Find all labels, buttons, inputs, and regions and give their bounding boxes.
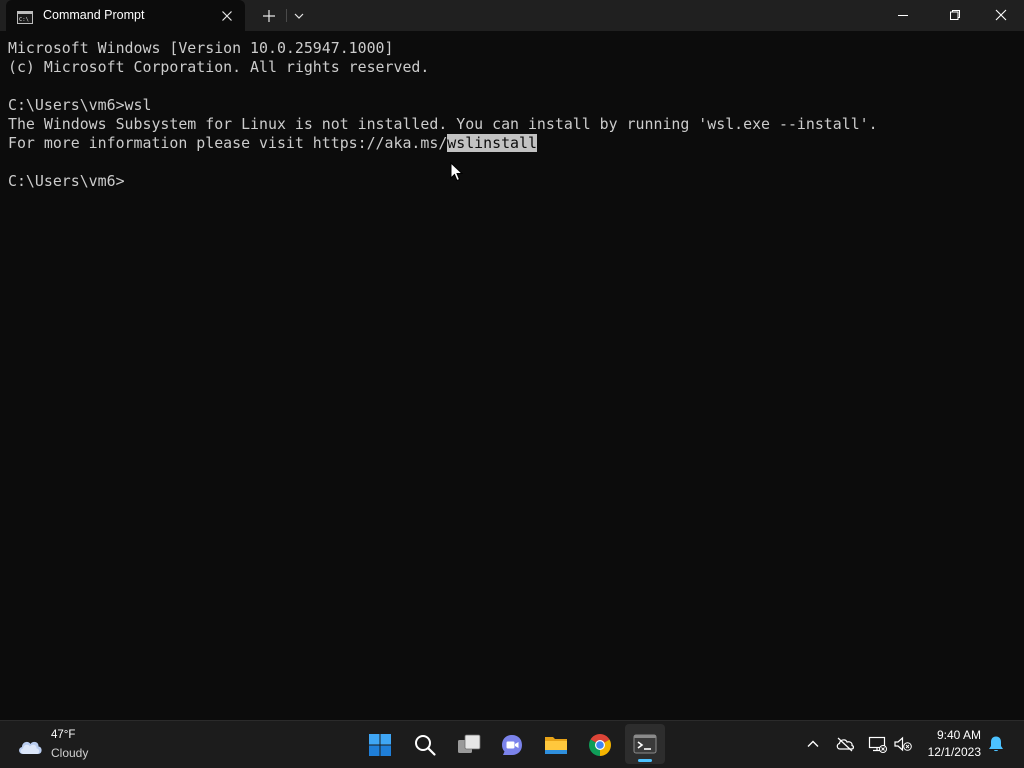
- terminal-line: Microsoft Windows [Version 10.0.25947.10…: [8, 39, 394, 57]
- svg-text:C:\: C:\: [19, 17, 29, 23]
- weather-temperature: 47°F: [51, 729, 76, 741]
- windows-logo-icon: [369, 734, 391, 756]
- terminal-output[interactable]: Microsoft Windows [Version 10.0.25947.10…: [0, 31, 1024, 720]
- terminal-icon: [633, 734, 657, 754]
- restore-button[interactable]: [932, 0, 978, 31]
- search-icon: [415, 735, 436, 756]
- cloud-icon: [16, 735, 44, 757]
- restore-icon: [950, 10, 960, 20]
- close-icon: [995, 9, 1007, 21]
- weather-condition: Cloudy: [51, 746, 89, 760]
- network-icon[interactable]: [867, 734, 887, 754]
- mouse-pointer-icon: [450, 161, 464, 182]
- clock-date: 12/1/2023: [927, 745, 981, 759]
- selected-text[interactable]: wslinstall: [447, 134, 537, 152]
- minimize-button[interactable]: [880, 0, 926, 31]
- video-chat-icon: [502, 735, 522, 755]
- terminal-line-text: For more information please visit https:…: [8, 134, 448, 152]
- terminal-taskbar-button[interactable]: [629, 728, 661, 760]
- command-prompt-icon: C:\: [17, 9, 33, 24]
- chevron-up-icon[interactable]: [803, 734, 823, 754]
- active-app-indicator: [638, 759, 652, 762]
- terminal-line: C:\Users\vm6>wsl: [8, 96, 152, 114]
- terminal-line: (c) Microsoft Corporation. All rights re…: [8, 58, 430, 76]
- folder-icon: [545, 737, 567, 754]
- title-bar: C:\ Command Prompt: [0, 0, 1024, 31]
- start-button[interactable]: [364, 729, 396, 761]
- command-prompt-line[interactable]: C:\Users\vm6>: [8, 172, 125, 191]
- terminal-line: The Windows Subsystem for Linux is not i…: [8, 115, 878, 133]
- new-tab-button[interactable]: [260, 7, 278, 25]
- file-explorer-button[interactable]: [540, 729, 572, 761]
- chevron-down-icon[interactable]: [292, 8, 306, 22]
- clock-time: 9:40 AM: [936, 728, 981, 742]
- tab-divider: [286, 9, 287, 22]
- terminal-line-with-selection: For more information please visit https:…: [8, 134, 537, 153]
- close-window-button[interactable]: [978, 0, 1024, 31]
- task-view-button[interactable]: [453, 729, 485, 761]
- tab-title: Command Prompt: [43, 8, 145, 22]
- chrome-icon: [589, 734, 611, 756]
- close-tab-icon[interactable]: [219, 8, 235, 24]
- chrome-button[interactable]: [584, 729, 616, 761]
- task-view-icon: [458, 734, 481, 753]
- cloud-offline-icon[interactable]: [835, 734, 855, 754]
- tab-command-prompt[interactable]: C:\ Command Prompt: [6, 0, 245, 31]
- clock[interactable]: 9:40 AM 12/1/2023: [900, 720, 981, 768]
- search-button[interactable]: [409, 729, 441, 761]
- bell-icon[interactable]: [986, 734, 1006, 754]
- chat-button[interactable]: [496, 729, 528, 761]
- minimize-icon: [898, 15, 908, 16]
